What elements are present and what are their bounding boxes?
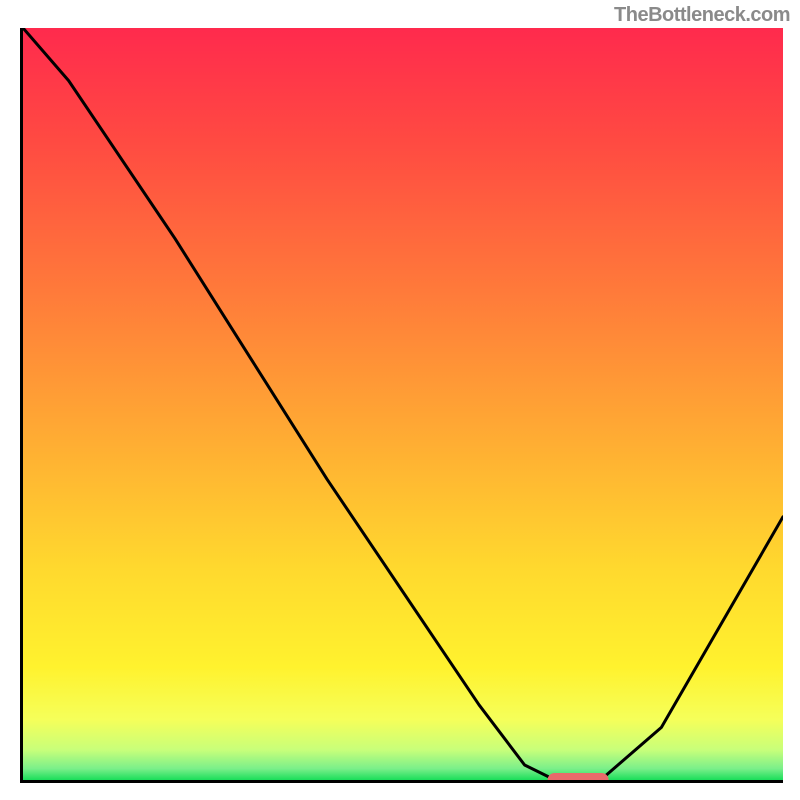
optimal-marker xyxy=(547,773,608,783)
chart-container: TheBottleneck.com xyxy=(0,0,800,800)
plot-area xyxy=(20,28,783,783)
watermark-text: TheBottleneck.com xyxy=(614,4,790,27)
bottleneck-line xyxy=(23,28,783,780)
